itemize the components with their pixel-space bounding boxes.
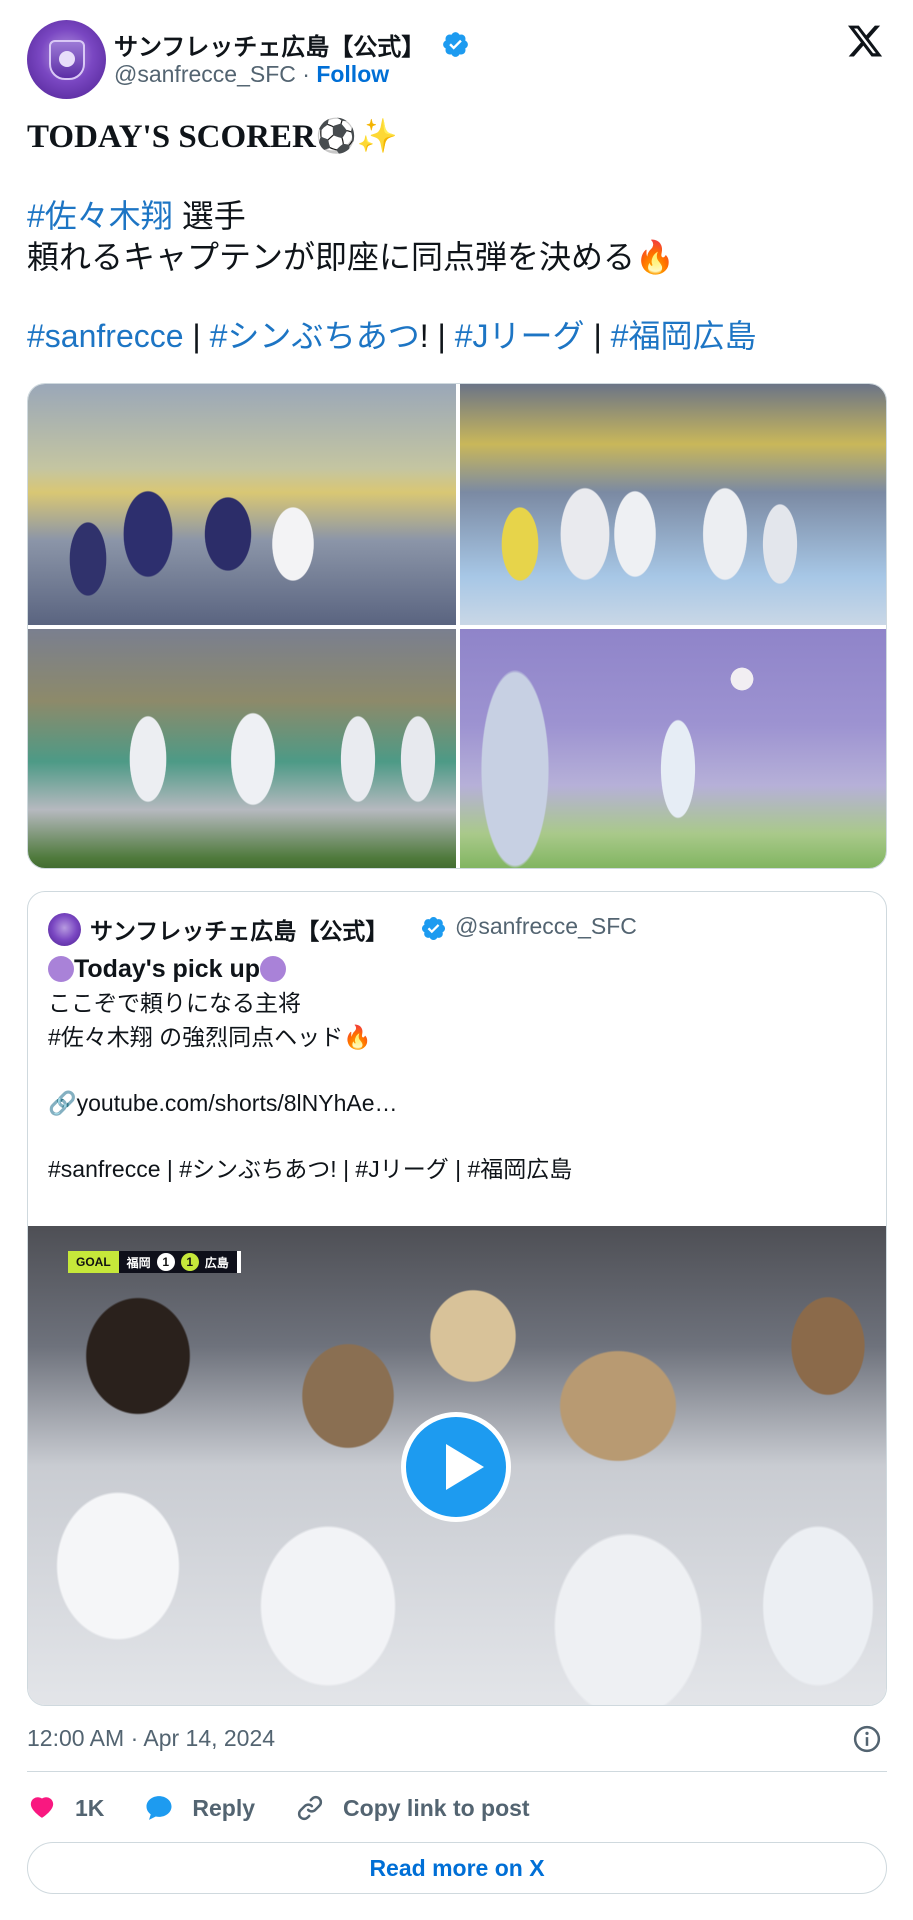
quoted-line-1: ここぞで頼りになる主将 [48,990,301,1016]
home-score: 1 [156,1253,175,1271]
score-teams: 福岡 1 1 広島 [118,1251,237,1273]
follow-link[interactable]: Follow [316,61,389,87]
away-team: 広島 [204,1255,229,1270]
player-line: #佐々木翔 選手 [27,196,887,237]
like-count: 1K [75,1794,105,1821]
x-logo-icon[interactable] [846,22,884,60]
tag-separator: | [183,318,210,354]
author-name[interactable]: サンフレッチェ広島【公式】 [114,27,425,62]
purple-circle-icon [260,956,287,982]
link-icon [297,1795,323,1821]
tag-separator: | [584,318,611,354]
quoted-link: 🔗youtube.com/shorts/8lNYhAe… [48,1090,398,1116]
home-team: 福岡 [126,1255,151,1270]
handle-separator: · [302,61,310,87]
verified-badge-icon [443,32,468,57]
photo-header-challenge[interactable] [28,384,456,625]
tweet-card: サンフレッチェ広島【公式】 @sanfrecce_SFC · Follow TO… [0,0,913,1920]
video-thumbnail[interactable]: GOAL 福岡 1 1 広島 [28,1226,886,1705]
hashtag-jleague[interactable]: #Jリーグ [455,318,585,354]
tweet-timestamp[interactable]: 12:00 AM · Apr 14, 2024 [27,1725,275,1752]
quoted-tags-line: #sanfrecce | #シンぶちあつ! | #Jリーグ | #福岡広島 [48,1156,573,1182]
author-avatar[interactable] [27,20,106,99]
player-suffix: 選手 [172,198,246,234]
photo-throw-in[interactable] [460,629,886,868]
photo-grid [27,383,887,869]
info-icon[interactable] [852,1724,882,1754]
reply-bubble-icon [146,1796,172,1820]
player-hashtag[interactable]: #佐々木翔 [27,198,173,234]
reply-label: Reply [192,1794,256,1821]
away-score: 1 [180,1253,199,1271]
tag-separator: ! | [419,318,455,354]
action-bar: 1K Reply Copy link to post [27,1788,570,1828]
tweet-headline: TODAY'S SCORER⚽✨ [27,119,399,155]
pick-up-label: Today's pick up [74,955,261,983]
quoted-avatar [48,913,81,946]
quoted-tweet[interactable]: サンフレッチェ広島【公式】 @sanfrecce_SFC Today's pic… [27,891,887,1706]
hashtag-fukuoka-hiroshima[interactable]: #福岡広島 [611,318,757,354]
pick-up-line: Today's pick up [48,952,868,986]
copy-link-label: Copy link to post [343,1794,530,1821]
hashtag-line: #sanfrecce | #シンぶちあつ! | #Jリーグ | #福岡広島 [27,316,887,357]
author-handle-line: @sanfrecce_SFC · Follow [114,61,389,88]
read-more-button[interactable]: Read more on X [27,1842,887,1894]
quoted-line-2: #佐々木翔 の強烈同点ヘッド🔥 [48,1024,372,1050]
verified-badge-icon [421,916,446,941]
tweet-body-line: 頼れるキャプテンが即座に同点弾を決める🔥 [27,239,675,275]
photo-team-huddle[interactable] [28,629,456,868]
photo-goal-celebration[interactable] [460,384,886,625]
divider [27,1771,887,1772]
reply-button[interactable]: Reply [144,1793,255,1823]
copy-link-button[interactable]: Copy link to post [295,1793,530,1823]
quoted-author-name: サンフレッチェ広島【公式】 [90,918,389,944]
goal-label: GOAL [68,1251,119,1273]
author-handle[interactable]: @sanfrecce_SFC [114,61,296,87]
hashtag-sanfrecce[interactable]: #sanfrecce [27,318,184,354]
purple-circle-icon [48,956,74,982]
hashtag-shinbuchiatsu[interactable]: #シンぶちあつ [210,318,420,354]
like-button[interactable]: 1K [27,1793,104,1823]
score-bug: GOAL 福岡 1 1 広島 [68,1251,241,1273]
play-icon[interactable] [401,1412,511,1522]
heart-icon [30,1797,54,1818]
tweet-text: TODAY'S SCORER⚽✨ #佐々木翔 選手 頼れるキャプテンが即座に同点… [27,117,887,357]
quoted-text: Today's pick up ここぞで頼りになる主将 #佐々木翔 の強烈同点ヘ… [48,952,868,1186]
quoted-author-handle: @sanfrecce_SFC [455,913,637,939]
